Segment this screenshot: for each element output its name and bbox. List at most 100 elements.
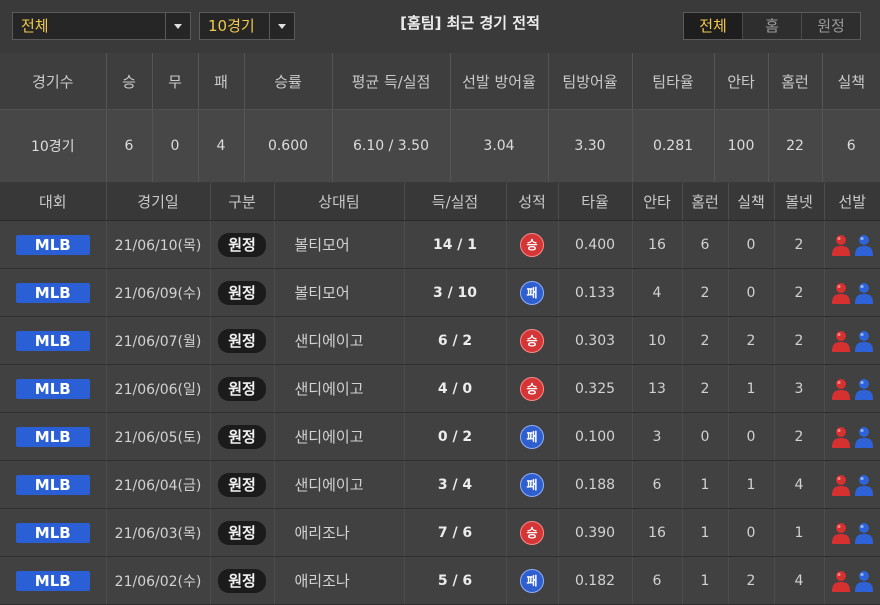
summary-header: 팀방어율 [548,53,633,110]
game-date: 21/06/10(목) [106,220,211,269]
games-body: MLB 21/06/10(목) 원정 볼티모어 14 / 1 승 0.400 1… [0,220,880,605]
league-badge[interactable]: MLB [15,282,90,303]
scope-select[interactable]: 전체 [12,12,191,40]
batting-avg: 0.100 [558,412,633,461]
opponent-team[interactable]: 애리조나 [274,508,405,557]
game-row[interactable]: MLB 21/06/04(금) 원정 샌디에이고 3 / 4 패 0.188 6… [0,460,880,509]
person-blue-icon[interactable] [854,474,874,496]
opponent-team[interactable]: 샌디에이고 [274,364,405,413]
col-header-walks: 볼넷 [774,183,825,221]
away-badge: 원정 [218,232,266,257]
opponent-team[interactable]: 샌디에이고 [274,316,405,365]
tab-away[interactable]: 원정 [801,13,860,39]
person-red-icon[interactable] [831,522,851,544]
starter-icons [831,522,874,544]
game-row[interactable]: MLB 21/06/02(수) 원정 애리조나 5 / 6 패 0.182 6 … [0,556,880,605]
person-blue-icon[interactable] [854,282,874,304]
walks: 1 [774,508,825,557]
game-score: 14 / 1 [404,220,507,269]
person-red-icon[interactable] [831,426,851,448]
away-badge: 원정 [218,424,266,449]
summary-value: 3.30 [548,109,633,182]
walks: 4 [774,460,825,509]
result-badge: 승 [520,232,544,257]
walks: 2 [774,412,825,461]
chevron-down-icon[interactable] [165,13,190,39]
game-score: 6 / 2 [404,316,507,365]
page-title: [홈팀] 최근 경기 전적 [400,14,540,32]
league-badge[interactable]: MLB [15,378,90,399]
errors: 0 [728,508,775,557]
walks: 2 [774,268,825,317]
home-away-tabs: 전체 홈 원정 [683,12,861,40]
home-runs: 2 [682,316,729,365]
batting-avg: 0.303 [558,316,633,365]
person-red-icon[interactable] [831,282,851,304]
game-row[interactable]: MLB 21/06/09(수) 원정 볼티모어 3 / 10 패 0.133 4… [0,268,880,317]
games-table: 대회 경기일 구분 상대팀 득/실점 성적 타율 안타 홈런 실책 볼넷 선발 … [0,183,880,605]
summary-value: 4 [198,109,245,182]
opponent-team[interactable]: 샌디에이고 [274,460,405,509]
errors: 1 [728,364,775,413]
col-header-type: 구분 [210,183,275,221]
league-badge[interactable]: MLB [15,426,90,447]
league-badge[interactable]: MLB [15,330,90,351]
opponent-team[interactable]: 샌디에이고 [274,412,405,461]
game-row[interactable]: MLB 21/06/03(목) 원정 애리조나 7 / 6 승 0.390 16… [0,508,880,557]
person-blue-icon[interactable] [854,522,874,544]
hits: 4 [632,268,683,317]
hits: 16 [632,220,683,269]
person-red-icon[interactable] [831,330,851,352]
league-badge[interactable]: MLB [15,522,90,543]
person-red-icon[interactable] [831,570,851,592]
result-badge: 패 [520,280,544,305]
opponent-team[interactable]: 볼티모어 [274,220,405,269]
col-header-hits: 안타 [632,183,683,221]
col-header-score: 득/실점 [404,183,507,221]
person-blue-icon[interactable] [854,330,874,352]
errors: 1 [728,460,775,509]
person-blue-icon[interactable] [854,378,874,400]
summary-header: 승 [106,53,153,110]
chevron-down-icon[interactable] [269,13,294,39]
game-date: 21/06/07(월) [106,316,211,365]
starter-icons [831,570,874,592]
league-badge[interactable]: MLB [15,234,90,255]
person-red-icon[interactable] [831,234,851,256]
league-badge[interactable]: MLB [15,474,90,495]
batting-avg: 0.133 [558,268,633,317]
batting-avg: 0.188 [558,460,633,509]
batting-avg: 0.390 [558,508,633,557]
hits: 3 [632,412,683,461]
person-blue-icon[interactable] [854,426,874,448]
game-row[interactable]: MLB 21/06/07(월) 원정 샌디에이고 6 / 2 승 0.303 1… [0,316,880,365]
summary-value: 10경기 [0,109,107,182]
summary-value: 22 [768,109,823,182]
game-row[interactable]: MLB 21/06/05(토) 원정 샌디에이고 0 / 2 패 0.100 3… [0,412,880,461]
game-date: 21/06/06(일) [106,364,211,413]
tab-all[interactable]: 전체 [684,13,742,39]
game-row[interactable]: MLB 21/06/10(목) 원정 볼티모어 14 / 1 승 0.400 1… [0,220,880,269]
game-row[interactable]: MLB 21/06/06(일) 원정 샌디에이고 4 / 0 승 0.325 1… [0,364,880,413]
tab-home[interactable]: 홈 [742,13,801,39]
summary-header: 실책 [822,53,880,110]
opponent-team[interactable]: 볼티모어 [274,268,405,317]
errors: 2 [728,556,775,605]
person-red-icon[interactable] [831,378,851,400]
games-count-select[interactable]: 10경기 [199,12,295,40]
away-badge: 원정 [218,280,266,305]
starter-icons [831,378,874,400]
summary-header: 팀타율 [632,53,715,110]
errors: 0 [728,268,775,317]
batting-avg: 0.182 [558,556,633,605]
result-badge: 패 [520,424,544,449]
person-red-icon[interactable] [831,474,851,496]
errors: 2 [728,316,775,365]
person-blue-icon[interactable] [854,234,874,256]
league-badge[interactable]: MLB [15,570,90,591]
away-badge: 원정 [218,376,266,401]
person-blue-icon[interactable] [854,570,874,592]
summary-value: 0 [152,109,199,182]
opponent-team[interactable]: 애리조나 [274,556,405,605]
starter-icons [831,330,874,352]
